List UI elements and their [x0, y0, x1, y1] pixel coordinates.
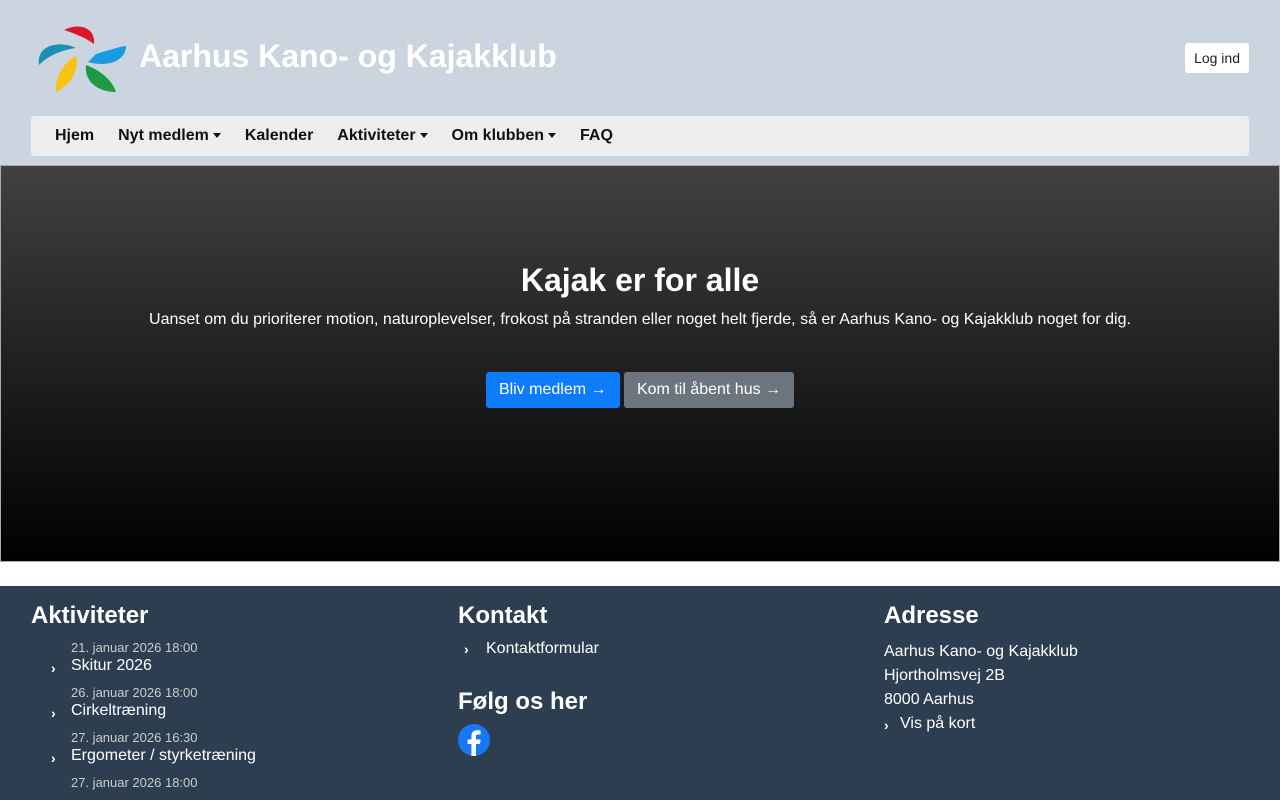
- header: Aarhus Kano- og Kajakklub Log ind Hjem N…: [0, 0, 1280, 165]
- activities-column: Aktiviteter › 21. januar 2026 18:00 Skitur…: [31, 602, 431, 800]
- nav-om-klubben[interactable]: Om klubben: [440, 127, 568, 145]
- nav-label: Kalender: [244, 127, 314, 144]
- hero-title: Kajak er for alle: [520, 262, 760, 298]
- nav-hjem[interactable]: Hjem: [43, 127, 106, 145]
- facebook-icon[interactable]: [458, 724, 490, 756]
- activity-title[interactable]: Cirkeltræning: [71, 702, 431, 720]
- contact-form-link[interactable]: › Kontaktformular: [458, 640, 858, 658]
- link-label: Vis på kort: [900, 715, 976, 732]
- contact-heading: Kontakt: [458, 602, 548, 629]
- nav-label: Hjem: [55, 127, 95, 144]
- address-column: Adresse Aarhus Kano- og Kajakklub Hjorth…: [884, 602, 1244, 736]
- activity-date: 26. januar 2026 18:00: [71, 685, 198, 700]
- caret-down-icon: [419, 133, 428, 139]
- activity-title[interactable]: Skitur 2026: [71, 657, 431, 675]
- chevron-right-icon: ›: [464, 641, 469, 657]
- nav-kalender[interactable]: Kalender: [233, 127, 325, 145]
- contact-column: Kontakt › Kontaktformular Følg os her: [458, 602, 858, 761]
- nav-faq[interactable]: FAQ: [568, 127, 625, 145]
- activity-date: 27. januar 2026 16:30: [71, 730, 198, 745]
- chevron-right-icon: ›: [51, 660, 56, 676]
- follow-heading: Følg os her: [458, 688, 588, 715]
- site-title[interactable]: Aarhus Kano- og Kajakklub: [139, 38, 557, 75]
- chevron-right-icon: ›: [884, 717, 889, 733]
- map-link[interactable]: › Vis på kort: [884, 712, 1244, 736]
- open-house-button[interactable]: Kom til åbent hus →: [623, 372, 795, 408]
- main-nav: Hjem Nyt medlem Kalender Aktiviteter Om …: [31, 116, 1249, 156]
- activity-date: 27. januar 2026 18:00: [71, 775, 198, 790]
- address-heading: Adresse: [884, 602, 979, 629]
- activities-heading: Aktiviteter: [31, 602, 149, 629]
- login-button[interactable]: Log ind: [1185, 43, 1249, 73]
- address-name: Aarhus Kano- og Kajakklub: [884, 643, 1078, 660]
- chevron-right-icon: ›: [51, 705, 56, 721]
- chevron-right-icon: ›: [51, 750, 56, 766]
- become-member-button[interactable]: Bliv medlem →: [485, 372, 620, 408]
- activity-title[interactable]: Ergometer / styrketræning: [71, 747, 431, 765]
- activity-item[interactable]: › 21. januar 2026 18:00 Skitur 2026: [31, 640, 431, 676]
- nav-label: Aktiviteter: [337, 127, 416, 144]
- hero-text: Uanset om du prioriterer motion, naturop…: [149, 311, 1131, 328]
- nav-aktiviteter[interactable]: Aktiviteter: [325, 127, 439, 145]
- footer: Aktiviteter › 21. januar 2026 18:00 Skitur…: [0, 586, 1280, 800]
- address-street: Hjortholmsvej 2B: [884, 667, 1005, 684]
- club-logo[interactable]: [34, 20, 128, 98]
- activity-date: 21. januar 2026 18:00: [71, 640, 198, 655]
- nav-label: Nyt medlem: [118, 127, 209, 144]
- activity-item[interactable]: 27. januar 2026 18:00: [31, 775, 431, 790]
- activity-item[interactable]: › 27. januar 2026 16:30 Ergometer / styrke…: [31, 730, 431, 766]
- address-city: 8000 Aarhus: [884, 691, 974, 708]
- nav-label: FAQ: [580, 127, 613, 144]
- link-label: Kontaktformular: [486, 640, 599, 657]
- nav-label: Om klubben: [451, 127, 544, 144]
- caret-down-icon: [212, 133, 221, 139]
- nav-nyt-medlem[interactable]: Nyt medlem: [106, 127, 233, 145]
- hero-banner: Kajak er for alle Uanset om du prioriter…: [0, 165, 1280, 562]
- activity-item[interactable]: › 26. januar 2026 18:00 Cirkeltræning: [31, 685, 431, 721]
- caret-down-icon: [548, 133, 556, 139]
